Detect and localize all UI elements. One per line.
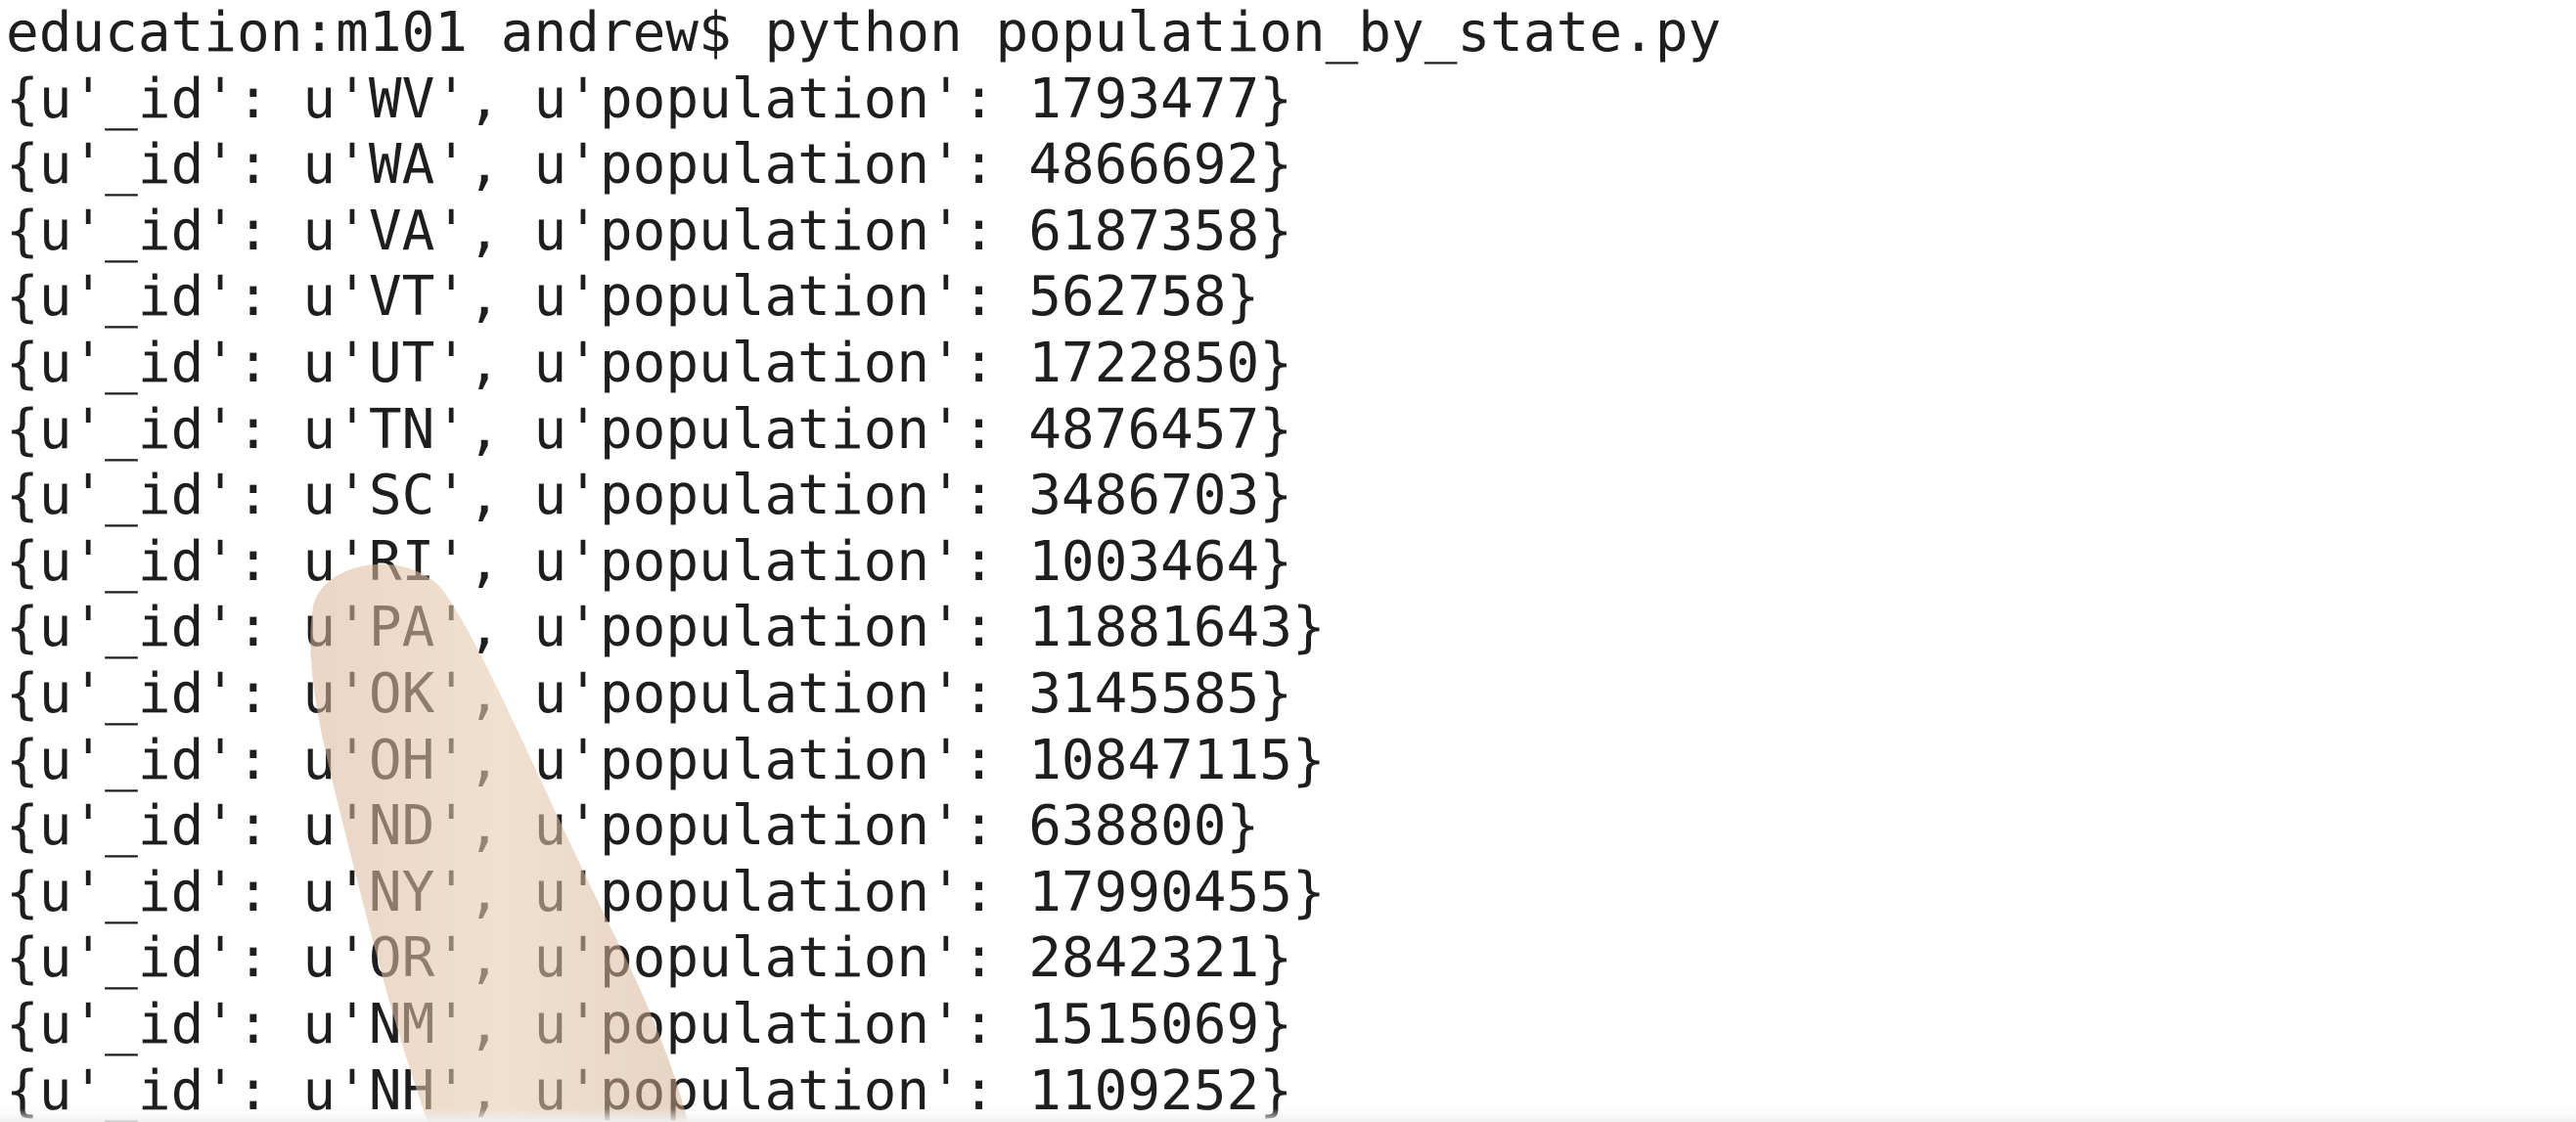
record-middle: ', u'population': <box>434 331 1029 395</box>
record-population: 1515069 <box>1028 992 1260 1056</box>
record-prefix: {u'_id': u' <box>6 464 369 528</box>
record-prefix: {u'_id': u' <box>6 331 369 395</box>
record-suffix: } <box>1291 860 1326 924</box>
record-state: OH <box>368 728 435 792</box>
record-middle: ', u'population': <box>434 67 1029 131</box>
record-population: 3486703 <box>1028 464 1260 528</box>
record-prefix: {u'_id': u' <box>6 926 369 991</box>
record-prefix: {u'_id': u' <box>6 265 369 330</box>
output-line: {u'_id': u'WA', u'population': 4866692} <box>6 132 1721 199</box>
record-population: 6187358 <box>1028 199 1260 263</box>
record-prefix: {u'_id': u' <box>6 728 369 792</box>
record-middle: ', u'population': <box>434 133 1029 198</box>
record-middle: ', u'population': <box>434 199 1029 263</box>
record-state: UT <box>368 331 435 395</box>
record-state: OR <box>368 926 435 991</box>
record-suffix: } <box>1259 529 1292 594</box>
record-prefix: {u'_id': u' <box>6 529 369 594</box>
output-line: {u'_id': u'VT', u'population': 562758} <box>6 264 1721 331</box>
output-line: {u'_id': u'OH', u'population': 10847115} <box>6 728 1721 794</box>
record-state: NY <box>368 860 435 924</box>
record-middle: ', u'population': <box>434 661 1029 726</box>
record-middle: ', u'population': <box>434 728 1029 792</box>
record-population: 1003464 <box>1028 529 1260 594</box>
output-line: {u'_id': u'WV', u'population': 1793477} <box>6 67 1721 133</box>
terminal-window[interactable]: education:m101 andrew$ python population… <box>0 0 2576 1122</box>
record-middle: ', u'population': <box>434 992 1029 1056</box>
record-state: WA <box>368 133 435 198</box>
record-state: VA <box>368 199 435 263</box>
record-state: NM <box>368 992 435 1056</box>
record-suffix: } <box>1259 661 1292 726</box>
record-state: OK <box>368 661 435 726</box>
record-population: 1722850 <box>1028 331 1260 395</box>
record-prefix: {u'_id': u' <box>6 67 369 131</box>
record-population: 4876457 <box>1028 397 1260 462</box>
record-middle: ', u'population': <box>434 397 1029 462</box>
record-prefix: {u'_id': u' <box>6 596 369 660</box>
record-state: WV <box>368 67 435 131</box>
record-middle: ', u'population': <box>434 265 1029 330</box>
record-suffix: } <box>1291 596 1326 660</box>
command-prompt-line: education:m101 andrew$ python population… <box>6 1 1722 65</box>
record-suffix: } <box>1259 464 1292 528</box>
record-suffix: } <box>1226 794 1260 859</box>
record-suffix: } <box>1259 67 1292 131</box>
record-population: 3145585 <box>1028 661 1260 726</box>
record-middle: ', u'population': <box>434 926 1029 991</box>
record-prefix: {u'_id': u' <box>6 661 369 726</box>
record-suffix: } <box>1259 133 1292 198</box>
record-state: TN <box>368 397 435 462</box>
record-population: 562758 <box>1028 265 1227 330</box>
output-line: {u'_id': u'NM', u'population': 1515069} <box>6 992 1721 1058</box>
record-middle: ', u'population': <box>434 529 1029 594</box>
record-population: 638800 <box>1028 794 1227 859</box>
output-line: {u'_id': u'OR', u'population': 2842321} <box>6 925 1721 992</box>
record-prefix: {u'_id': u' <box>6 860 369 924</box>
record-prefix: {u'_id': u' <box>6 133 369 198</box>
record-suffix: } <box>1259 926 1292 991</box>
record-state: PA <box>368 596 435 660</box>
output-line: {u'_id': u'TN', u'population': 4876457} <box>6 397 1721 464</box>
record-prefix: {u'_id': u' <box>6 794 369 859</box>
record-middle: ', u'population': <box>434 794 1029 859</box>
output-line: {u'_id': u'VA', u'population': 6187358} <box>6 199 1721 265</box>
record-suffix: } <box>1259 199 1292 263</box>
output-line: {u'_id': u'ND', u'population': 638800} <box>6 793 1721 860</box>
record-state: SC <box>368 464 435 528</box>
record-middle: ', u'population': <box>434 596 1029 660</box>
record-state: RI <box>368 529 435 594</box>
output-line: {u'_id': u'UT', u'population': 1722850} <box>6 331 1721 397</box>
terminal-output: education:m101 andrew$ python population… <box>6 0 1721 1122</box>
record-suffix: } <box>1259 397 1292 462</box>
output-line: {u'_id': u'PA', u'population': 11881643} <box>6 595 1721 661</box>
output-line: {u'_id': u'SC', u'population': 3486703} <box>6 463 1721 529</box>
output-line: {u'_id': u'NY', u'population': 17990455} <box>6 860 1721 926</box>
record-state: ND <box>368 794 435 859</box>
record-population: 4866692 <box>1028 133 1260 198</box>
record-population: 2842321 <box>1028 926 1260 991</box>
record-middle: ', u'population': <box>434 860 1029 924</box>
record-population: 10847115 <box>1028 728 1292 792</box>
record-middle: ', u'population': <box>434 464 1029 528</box>
record-suffix: } <box>1291 728 1326 792</box>
record-prefix: {u'_id': u' <box>6 992 369 1056</box>
output-line: {u'_id': u'RI', u'population': 1003464} <box>6 529 1721 596</box>
frame-bottom-edge <box>0 1108 2576 1122</box>
record-suffix: } <box>1226 265 1260 330</box>
record-suffix: } <box>1259 331 1292 395</box>
record-population: 1793477 <box>1028 67 1260 131</box>
record-suffix: } <box>1259 992 1292 1056</box>
record-population: 11881643 <box>1028 596 1292 660</box>
record-population: 17990455 <box>1028 860 1292 924</box>
record-prefix: {u'_id': u' <box>6 199 369 263</box>
record-prefix: {u'_id': u' <box>6 397 369 462</box>
record-state: VT <box>368 265 435 330</box>
output-line: {u'_id': u'OK', u'population': 3145585} <box>6 661 1721 728</box>
